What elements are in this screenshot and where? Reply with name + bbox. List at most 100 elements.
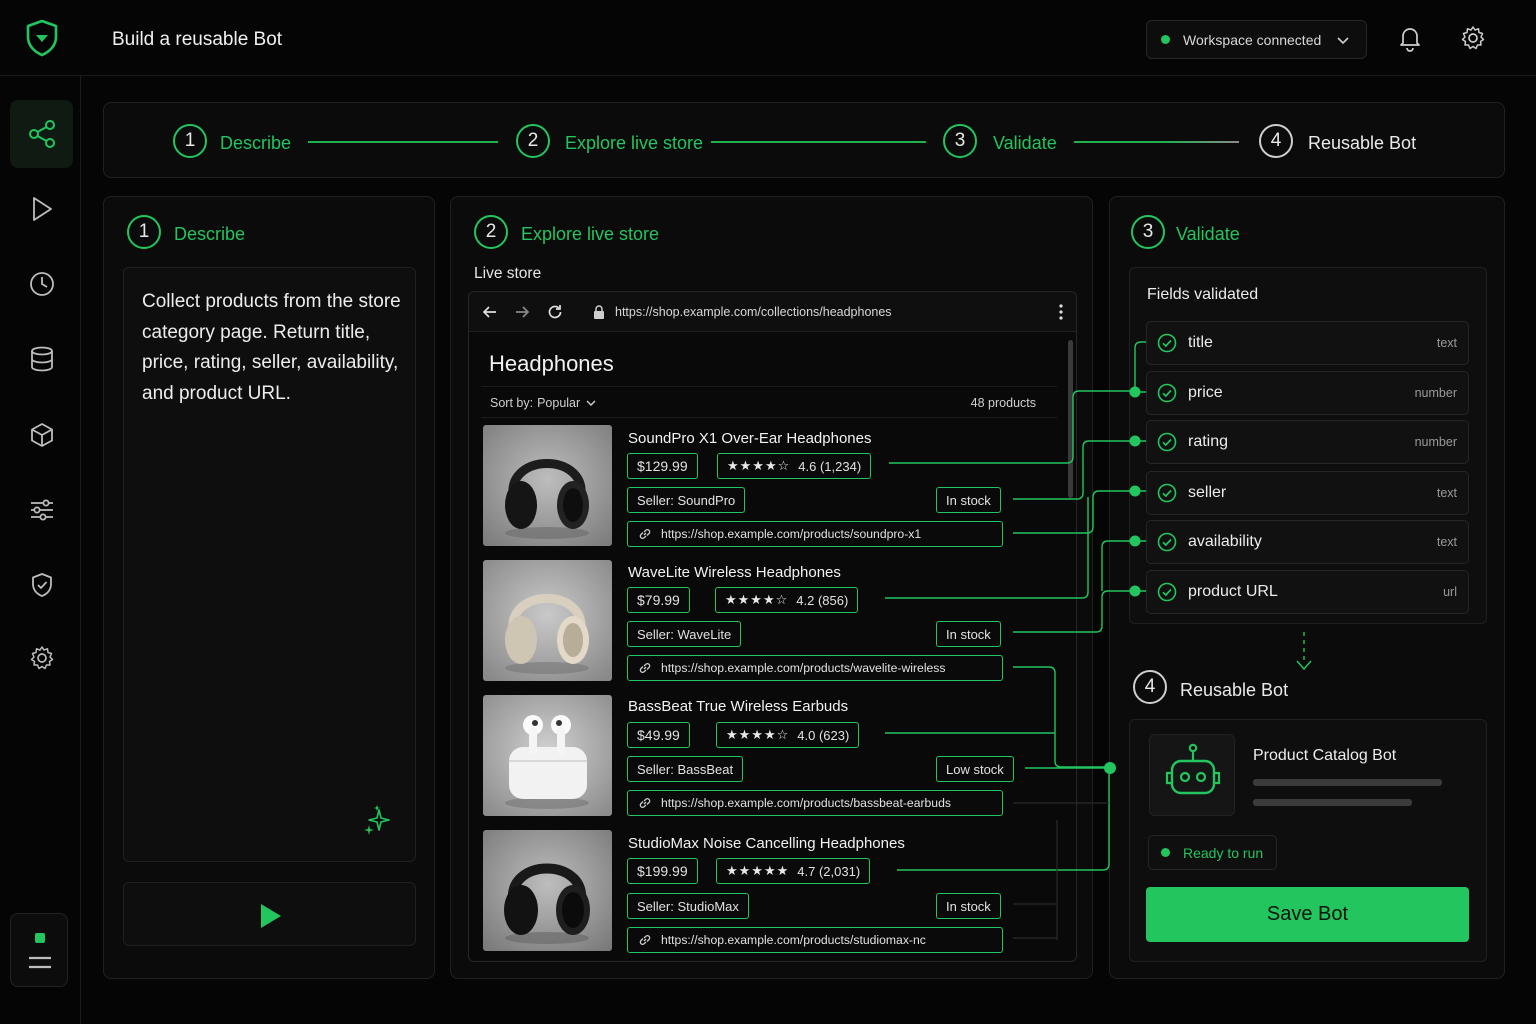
address-bar-url: https://shop.example.com/collections/hea… xyxy=(615,305,892,319)
star-rating-icon: ★★★★☆ xyxy=(725,592,789,608)
product-rating: ★★★★☆ 4.2 (856) xyxy=(715,587,859,613)
step-connector xyxy=(308,141,498,143)
save-bot-button[interactable]: Save Bot xyxy=(1146,887,1469,942)
address-bar[interactable]: https://shop.example.com/collections/hea… xyxy=(581,298,1051,326)
star-rating-icon: ★★★★☆ xyxy=(727,458,791,474)
more-vertical-icon[interactable] xyxy=(1051,302,1071,322)
page-title: Build a reusable Bot xyxy=(112,29,283,50)
top-bar: Build a reusable Bot Workspace connected xyxy=(0,0,1536,76)
field-row-price[interactable]: price number xyxy=(1146,371,1469,415)
product-url[interactable]: https://shop.example.com/products/studio… xyxy=(627,927,1003,953)
product-url[interactable]: https://shop.example.com/products/soundp… xyxy=(627,521,1003,547)
product-stock-badge: Low stock xyxy=(936,756,1014,782)
step-number: 4 xyxy=(1133,670,1167,704)
rating-value: 4.6 (1,234) xyxy=(798,458,862,474)
sidebar-item-settings[interactable] xyxy=(10,624,73,692)
link-icon xyxy=(639,663,651,673)
rating-value: 4.7 (2,031) xyxy=(797,863,861,879)
forward-arrow-icon[interactable] xyxy=(512,302,532,322)
field-row-rating[interactable]: rating number xyxy=(1146,420,1469,464)
panel-title: Describe xyxy=(174,224,246,244)
product-image-earbuds-white[interactable] xyxy=(483,695,612,816)
shield-logo-icon[interactable] xyxy=(22,18,62,58)
product-price: $49.99 xyxy=(627,722,690,748)
step-label-reusable-bot[interactable]: Reusable Bot xyxy=(1308,133,1416,154)
product-stock-badge: In stock xyxy=(936,893,1001,919)
product-title[interactable]: StudioMax Noise Cancelling Headphones xyxy=(628,835,905,852)
gear-icon[interactable] xyxy=(1459,24,1487,52)
sidebar-item-settings-sliders[interactable] xyxy=(10,476,73,544)
sidebar-item-data[interactable] xyxy=(10,325,73,393)
product-title[interactable]: WaveLite Wireless Headphones xyxy=(628,564,841,581)
product-stock-badge: In stock xyxy=(936,487,1001,513)
check-circle-icon xyxy=(1157,532,1177,552)
bell-icon[interactable] xyxy=(1396,24,1424,52)
field-row-availability[interactable]: availability text xyxy=(1146,520,1469,564)
run-prompt-button[interactable] xyxy=(123,882,416,946)
back-arrow-icon[interactable] xyxy=(480,302,500,322)
reload-icon[interactable] xyxy=(545,302,565,322)
step-label-validate[interactable]: Validate xyxy=(993,133,1057,154)
product-seller: Seller: WaveLite xyxy=(627,621,742,647)
shield-check-icon xyxy=(31,573,52,597)
workspace-status-label: Workspace connected xyxy=(1183,31,1322,48)
sidebar-item-packages[interactable] xyxy=(10,401,73,469)
product-seller: Seller: SoundPro xyxy=(627,487,746,513)
scrollbar[interactable] xyxy=(1067,340,1073,960)
step-number: 2 xyxy=(516,124,550,158)
workspace-status-dropdown[interactable]: Workspace connected xyxy=(1146,20,1367,59)
field-name: rating xyxy=(1188,433,1229,450)
product-seller: Seller: StudioMax xyxy=(627,893,749,919)
product-url[interactable]: https://shop.example.com/products/bassbe… xyxy=(627,790,1003,816)
step-connector xyxy=(1074,141,1239,143)
fields-validated-title: Fields validated xyxy=(1147,286,1259,303)
sort-dropdown[interactable]: Sort by: Popular xyxy=(490,396,598,410)
chevron-down-icon xyxy=(586,400,596,406)
field-row-title[interactable]: title text xyxy=(1146,321,1469,365)
sidebar-item-workflows[interactable] xyxy=(10,100,73,168)
skeleton-line xyxy=(1253,799,1412,806)
sparkle-icon[interactable] xyxy=(362,804,396,838)
check-circle-icon xyxy=(1157,383,1177,403)
scrollbar-thumb[interactable] xyxy=(1068,340,1073,498)
step-number: 1 xyxy=(127,215,161,249)
field-type: url xyxy=(1443,585,1457,599)
field-type: number xyxy=(1414,386,1457,400)
product-url-text: https://shop.example.com/products/studio… xyxy=(661,933,926,947)
share-nodes-icon xyxy=(28,120,55,148)
step-connector xyxy=(711,141,926,143)
link-icon xyxy=(639,529,651,539)
step-number: 3 xyxy=(1131,215,1165,249)
step-label-describe[interactable]: Describe xyxy=(220,133,291,154)
ready-status-badge: Ready to run xyxy=(1148,835,1277,870)
sidebar-item-run[interactable] xyxy=(10,175,73,243)
robot-icon xyxy=(1149,734,1235,816)
stepper: 1 Describe 2 Explore live store 3 Valida… xyxy=(103,102,1505,178)
product-rating: ★★★★★ 4.7 (2,031) xyxy=(716,858,871,884)
product-image-headphones-beige[interactable] xyxy=(483,560,612,681)
product-image-headphones-black[interactable] xyxy=(483,425,612,546)
step-number: 4 xyxy=(1259,124,1293,158)
product-image-headphones-black-nc[interactable] xyxy=(483,830,612,951)
field-row-product-url[interactable]: product URL url xyxy=(1146,570,1469,614)
product-title[interactable]: BassBeat True Wireless Earbuds xyxy=(628,698,848,715)
prompt-text: Collect products from the store category… xyxy=(142,291,401,404)
product-seller: Seller: BassBeat xyxy=(627,756,744,782)
sidebar-menu-toggle[interactable] xyxy=(10,913,68,987)
field-row-seller[interactable]: seller text xyxy=(1146,471,1469,515)
sort-value: Popular xyxy=(537,396,581,410)
sidebar-item-security[interactable] xyxy=(10,551,73,619)
product-url-text: https://shop.example.com/products/waveli… xyxy=(661,661,946,675)
chevron-down-icon xyxy=(1337,36,1349,44)
step-label-explore[interactable]: Explore live store xyxy=(565,133,703,154)
link-icon xyxy=(639,935,651,945)
product-price: $129.99 xyxy=(627,453,698,479)
prompt-textarea[interactable]: Collect products from the store category… xyxy=(123,267,416,862)
sidebar-item-history[interactable] xyxy=(10,250,73,318)
status-dot-icon xyxy=(1161,848,1170,857)
product-url[interactable]: https://shop.example.com/products/waveli… xyxy=(627,655,1003,681)
play-icon xyxy=(32,197,52,221)
link-icon xyxy=(639,798,651,808)
browser-toolbar: https://shop.example.com/collections/hea… xyxy=(469,292,1076,332)
product-title[interactable]: SoundPro X1 Over-Ear Headphones xyxy=(628,430,871,447)
